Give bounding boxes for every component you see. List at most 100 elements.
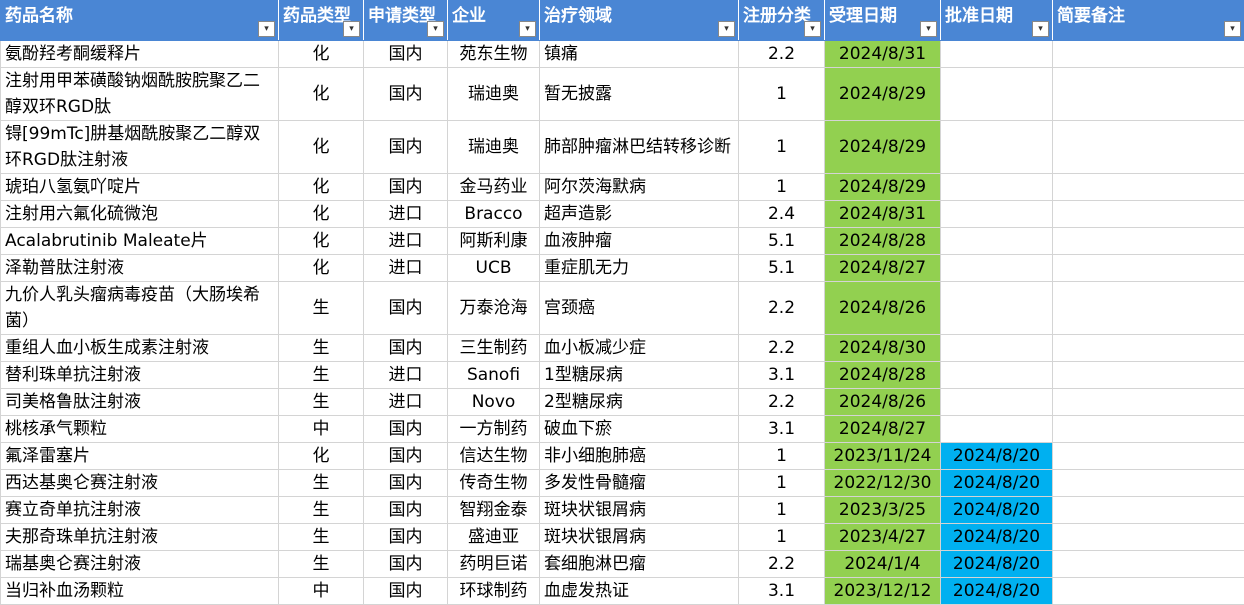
filter-dropdown-icon[interactable]: ▾	[804, 21, 821, 37]
approve-date-cell[interactable]	[941, 416, 1053, 443]
drug-type-cell[interactable]: 化	[279, 201, 364, 228]
registration-class-cell[interactable]: 3.1	[739, 362, 825, 389]
accept-date-cell[interactable]: 2024/8/26	[825, 389, 941, 416]
approve-date-cell[interactable]	[941, 68, 1053, 121]
drug-name-cell[interactable]: 琥珀八氢氨吖啶片	[1, 174, 279, 201]
drug-name-cell[interactable]: 替利珠单抗注射液	[1, 362, 279, 389]
application-type-cell[interactable]: 国内	[364, 121, 448, 174]
note-cell[interactable]	[1053, 121, 1244, 174]
therapy-area-cell[interactable]: 镇痛	[540, 41, 739, 68]
approve-date-cell[interactable]: 2024/8/20	[941, 578, 1053, 605]
note-cell[interactable]	[1053, 282, 1244, 335]
drug-name-cell[interactable]: 九价人乳头瘤病毒疫苗（大肠埃希菌）	[1, 282, 279, 335]
accept-date-cell[interactable]: 2022/12/30	[825, 470, 941, 497]
registration-class-cell[interactable]: 5.1	[739, 255, 825, 282]
accept-date-cell[interactable]: 2023/4/27	[825, 524, 941, 551]
filter-dropdown-icon[interactable]: ▾	[519, 21, 536, 37]
drug-type-cell[interactable]: 化	[279, 68, 364, 121]
approve-date-cell[interactable]: 2024/8/20	[941, 551, 1053, 578]
approve-date-cell[interactable]	[941, 282, 1053, 335]
therapy-area-cell[interactable]: 血虚发热证	[540, 578, 739, 605]
note-cell[interactable]	[1053, 201, 1244, 228]
application-type-cell[interactable]: 国内	[364, 524, 448, 551]
approve-date-cell[interactable]	[941, 335, 1053, 362]
accept-date-cell[interactable]: 2024/8/28	[825, 228, 941, 255]
note-cell[interactable]	[1053, 524, 1244, 551]
application-type-cell[interactable]: 国内	[364, 416, 448, 443]
company-cell[interactable]: UCB	[448, 255, 540, 282]
accept-date-cell[interactable]: 2023/3/25	[825, 497, 941, 524]
accept-date-cell[interactable]: 2024/8/30	[825, 335, 941, 362]
drug-type-cell[interactable]: 生	[279, 362, 364, 389]
column-header[interactable]: 简要备注▾	[1053, 1, 1244, 41]
drug-name-cell[interactable]: 泽勒普肽注射液	[1, 255, 279, 282]
registration-class-cell[interactable]: 1	[739, 68, 825, 121]
company-cell[interactable]: 万泰沧海	[448, 282, 540, 335]
therapy-area-cell[interactable]: 1型糖尿病	[540, 362, 739, 389]
note-cell[interactable]	[1053, 174, 1244, 201]
therapy-area-cell[interactable]: 斑块状银屑病	[540, 497, 739, 524]
drug-name-cell[interactable]: 注射用六氟化硫微泡	[1, 201, 279, 228]
note-cell[interactable]	[1053, 389, 1244, 416]
registration-class-cell[interactable]: 1	[739, 470, 825, 497]
approve-date-cell[interactable]	[941, 174, 1053, 201]
company-cell[interactable]: 药明巨诺	[448, 551, 540, 578]
accept-date-cell[interactable]: 2024/8/31	[825, 201, 941, 228]
therapy-area-cell[interactable]: 2型糖尿病	[540, 389, 739, 416]
registration-class-cell[interactable]: 2.2	[739, 335, 825, 362]
application-type-cell[interactable]: 国内	[364, 174, 448, 201]
accept-date-cell[interactable]: 2024/8/29	[825, 174, 941, 201]
accept-date-cell[interactable]: 2024/8/27	[825, 416, 941, 443]
drug-type-cell[interactable]: 化	[279, 255, 364, 282]
application-type-cell[interactable]: 国内	[364, 578, 448, 605]
registration-class-cell[interactable]: 5.1	[739, 228, 825, 255]
therapy-area-cell[interactable]: 宫颈癌	[540, 282, 739, 335]
accept-date-cell[interactable]: 2024/8/29	[825, 121, 941, 174]
column-header[interactable]: 药品类型▾	[279, 1, 364, 41]
company-cell[interactable]: 瑞迪奥	[448, 121, 540, 174]
registration-class-cell[interactable]: 1	[739, 174, 825, 201]
approve-date-cell[interactable]: 2024/8/20	[941, 524, 1053, 551]
drug-name-cell[interactable]: 当归补血汤颗粒	[1, 578, 279, 605]
company-cell[interactable]: 一方制药	[448, 416, 540, 443]
drug-name-cell[interactable]: 锝[99mTc]肼基烟酰胺聚乙二醇双环RGD肽注射液	[1, 121, 279, 174]
column-header[interactable]: 企业▾	[448, 1, 540, 41]
company-cell[interactable]: Sanofi	[448, 362, 540, 389]
accept-date-cell[interactable]: 2023/11/24	[825, 443, 941, 470]
drug-type-cell[interactable]: 生	[279, 335, 364, 362]
company-cell[interactable]: 环球制药	[448, 578, 540, 605]
registration-class-cell[interactable]: 3.1	[739, 416, 825, 443]
drug-name-cell[interactable]: 夫那奇珠单抗注射液	[1, 524, 279, 551]
drug-type-cell[interactable]: 生	[279, 470, 364, 497]
application-type-cell[interactable]: 国内	[364, 41, 448, 68]
drug-type-cell[interactable]: 生	[279, 551, 364, 578]
company-cell[interactable]: 苑东生物	[448, 41, 540, 68]
column-header[interactable]: 批准日期▾	[941, 1, 1053, 41]
accept-date-cell[interactable]: 2024/8/26	[825, 282, 941, 335]
approve-date-cell[interactable]	[941, 201, 1053, 228]
application-type-cell[interactable]: 国内	[364, 443, 448, 470]
application-type-cell[interactable]: 国内	[364, 282, 448, 335]
registration-class-cell[interactable]: 1	[739, 443, 825, 470]
therapy-area-cell[interactable]: 破血下瘀	[540, 416, 739, 443]
approve-date-cell[interactable]: 2024/8/20	[941, 443, 1053, 470]
drug-type-cell[interactable]: 生	[279, 389, 364, 416]
therapy-area-cell[interactable]: 重症肌无力	[540, 255, 739, 282]
note-cell[interactable]	[1053, 470, 1244, 497]
filter-dropdown-icon[interactable]: ▾	[1032, 21, 1049, 37]
note-cell[interactable]	[1053, 68, 1244, 121]
accept-date-cell[interactable]: 2024/1/4	[825, 551, 941, 578]
company-cell[interactable]: 智翔金泰	[448, 497, 540, 524]
drug-name-cell[interactable]: 桃核承气颗粒	[1, 416, 279, 443]
registration-class-cell[interactable]: 1	[739, 121, 825, 174]
company-cell[interactable]: 瑞迪奥	[448, 68, 540, 121]
therapy-area-cell[interactable]: 血小板减少症	[540, 335, 739, 362]
application-type-cell[interactable]: 国内	[364, 335, 448, 362]
note-cell[interactable]	[1053, 255, 1244, 282]
note-cell[interactable]	[1053, 228, 1244, 255]
drug-type-cell[interactable]: 化	[279, 121, 364, 174]
column-header[interactable]: 注册分类▾	[739, 1, 825, 41]
company-cell[interactable]: Bracco	[448, 201, 540, 228]
column-header[interactable]: 申请类型▾	[364, 1, 448, 41]
company-cell[interactable]: 信达生物	[448, 443, 540, 470]
